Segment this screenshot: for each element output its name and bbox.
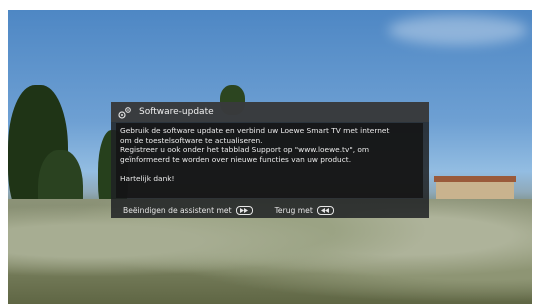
message-line: om de toestelsoftware te actualiseren. bbox=[120, 135, 263, 145]
dialog-message: Gebruik de software update en verbind uw… bbox=[116, 123, 423, 198]
software-update-dialog: Software-update Gebruik de software upda… bbox=[111, 102, 429, 218]
back-button[interactable]: Terug met bbox=[274, 205, 334, 215]
gear-icon bbox=[117, 105, 133, 119]
exit-assistant-button[interactable]: Beëindigen de assistent met bbox=[123, 205, 253, 215]
house-roof bbox=[434, 176, 516, 182]
message-line: Gebruik de software update en verbind uw… bbox=[120, 126, 390, 135]
exit-assistant-label: Beëindigen de assistent met bbox=[123, 205, 232, 215]
dialog-header: Software-update bbox=[111, 102, 429, 122]
fast-forward-key-icon bbox=[235, 205, 253, 215]
dialog-footer: Beëindigen de assistent met Terug met bbox=[123, 204, 423, 216]
dialog-title: Software-update bbox=[139, 107, 214, 117]
message-line: Hartelijk dank! bbox=[120, 174, 175, 183]
message-line: Registreer u ook onder het tabblad Suppo… bbox=[120, 145, 370, 154]
rewind-key-icon bbox=[316, 205, 334, 215]
sky-cloud bbox=[388, 15, 528, 45]
back-label: Terug met bbox=[274, 205, 313, 215]
message-line: geïnformeerd te worden over nieuwe funct… bbox=[120, 154, 352, 164]
